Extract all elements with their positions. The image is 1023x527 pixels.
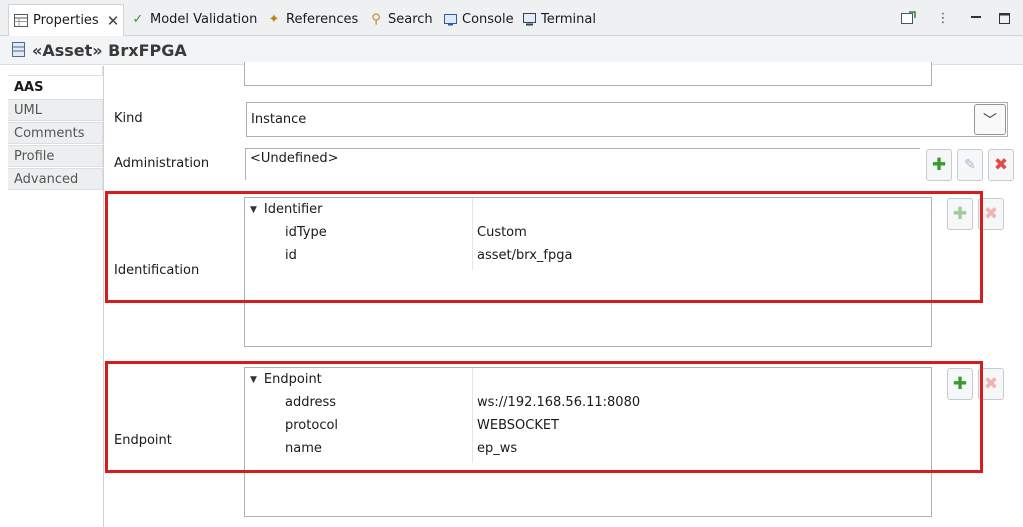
terminal-icon	[521, 12, 537, 28]
tab-references[interactable]: ✦ References	[262, 4, 362, 35]
delete-icon: ✖	[983, 374, 999, 394]
highlight-box-identification	[105, 191, 983, 303]
administration-label: Administration	[114, 156, 210, 171]
close-icon[interactable]: ✕	[107, 12, 120, 30]
category-tab-comments[interactable]: Comments	[8, 122, 103, 144]
tab-search[interactable]: ⚲ Search	[364, 4, 437, 35]
edit-administration-button[interactable]: ✎	[957, 149, 983, 181]
category-tab-uml[interactable]: UML	[8, 99, 103, 121]
add-administration-button[interactable]: ✚	[926, 149, 952, 181]
tab-label: Search	[388, 12, 433, 27]
category-tab-top-edge	[8, 66, 103, 76]
minimize-icon[interactable]	[967, 8, 985, 28]
kind-label: Kind	[114, 111, 143, 126]
tab-label: References	[286, 12, 359, 27]
category-tab-profile[interactable]: Profile	[8, 145, 103, 167]
maximize-icon[interactable]	[995, 8, 1013, 28]
view-menu-icon[interactable]: ⋮	[934, 8, 952, 28]
tab-model-validation[interactable]: ✓ Model Validation	[126, 4, 261, 35]
delete-icon: ✖	[983, 204, 999, 224]
category-tab-advanced[interactable]: Advanced	[8, 168, 103, 190]
remove-administration-button[interactable]: ✖	[988, 149, 1014, 181]
page-title: «Asset» BrxFPGA	[32, 41, 187, 60]
kind-value: Instance	[251, 112, 307, 127]
tab-label: Properties	[33, 13, 99, 28]
delete-icon: ✖	[993, 155, 1009, 175]
chevron-down-icon[interactable]: ﹀	[974, 104, 1006, 135]
administration-value: <Undefined>	[250, 151, 339, 166]
console-icon	[442, 12, 458, 28]
previous-field[interactable]	[244, 62, 932, 86]
pencil-icon: ✎	[964, 157, 976, 173]
kind-combo[interactable]: Instance	[246, 102, 1008, 137]
references-icon: ✦	[268, 12, 280, 27]
tab-terminal[interactable]: Terminal	[517, 4, 600, 35]
checkmark-icon: ✓	[132, 12, 144, 27]
pin-view-icon[interactable]	[899, 8, 917, 28]
plus-icon: ✚	[931, 155, 947, 175]
tab-label: Model Validation	[150, 12, 258, 27]
highlight-box-endpoint	[105, 361, 983, 473]
search-icon: ⚲	[371, 12, 381, 27]
tab-label: Console	[462, 12, 514, 27]
tab-console[interactable]: Console	[438, 4, 518, 35]
asset-icon	[12, 42, 26, 62]
properties-icon	[13, 13, 29, 29]
category-tab-aas[interactable]: AAS	[8, 76, 103, 98]
tab-properties[interactable]: Properties ✕	[8, 4, 125, 36]
tab-label: Terminal	[541, 12, 596, 27]
administration-field[interactable]: <Undefined>	[245, 148, 920, 180]
